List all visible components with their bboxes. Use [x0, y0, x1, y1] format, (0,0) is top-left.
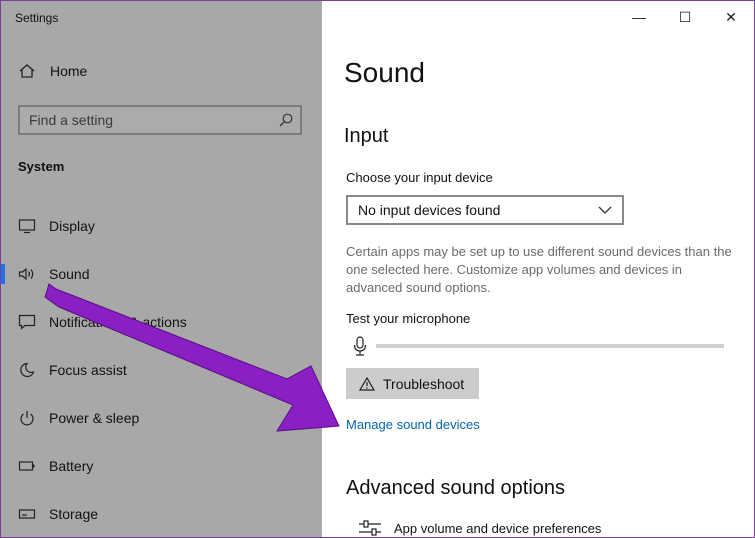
search-input[interactable] — [29, 112, 269, 128]
settings-window: Settings Home System Display Sound Notif… — [0, 0, 755, 538]
manage-sound-devices-link[interactable]: Manage sound devices — [346, 417, 480, 432]
moon-icon — [20, 362, 35, 378]
page-title: Sound — [344, 57, 425, 88]
sidebar-item-label: Storage — [49, 506, 99, 522]
nav-home-label: Home — [50, 63, 88, 79]
sidebar-item-battery[interactable]: Battery — [1, 446, 322, 486]
sidebar: Settings Home System Display Sound Notif… — [1, 1, 322, 537]
minimize-button[interactable]: — — [616, 1, 662, 33]
notification-icon — [18, 314, 36, 330]
sidebar-item-sound[interactable]: Sound — [1, 254, 322, 294]
main-content: — ☐ ✕ Sound Input Choose your input devi… — [323, 1, 754, 537]
storage-icon — [18, 509, 36, 519]
app-title: Settings — [15, 11, 59, 25]
nav-home[interactable]: Home — [18, 63, 87, 79]
power-icon — [20, 411, 34, 426]
app-volume-label: App volume and device preferences — [394, 520, 602, 536]
app-volume-preferences-item[interactable]: App volume and device preferences — [358, 519, 601, 537]
input-heading: Input — [344, 125, 389, 147]
active-indicator — [1, 264, 5, 284]
speaker-icon — [18, 267, 34, 281]
maximize-button[interactable]: ☐ — [662, 1, 708, 33]
sidebar-item-storage[interactable]: Storage — [1, 494, 322, 534]
display-icon — [18, 219, 36, 234]
sidebar-item-power-sleep[interactable]: Power & sleep — [1, 398, 322, 438]
test-microphone-label: Test your microphone — [346, 311, 471, 326]
search-icon[interactable] — [278, 112, 294, 128]
sidebar-item-label: Battery — [49, 458, 94, 474]
sidebar-item-label: Sound — [49, 266, 90, 282]
sidebar-item-label: Display — [49, 218, 95, 234]
troubleshoot-button[interactable]: Troubleshoot — [346, 368, 479, 399]
input-device-select[interactable]: No input devices found — [346, 195, 624, 225]
section-label-system: System — [18, 159, 65, 174]
sidebar-item-focus-assist[interactable]: Focus assist — [1, 350, 322, 390]
microphone-test — [353, 336, 725, 356]
window-controls: — ☐ ✕ — [616, 1, 754, 33]
chevron-down-icon — [598, 206, 612, 214]
home-icon — [19, 64, 35, 78]
advanced-sound-options-heading: Advanced sound options — [346, 477, 566, 499]
sidebar-item-label: Notifications & actions — [49, 314, 187, 330]
description-text: Certain apps may be set up to use differ… — [346, 244, 732, 295]
troubleshoot-label: Troubleshoot — [383, 375, 465, 392]
mic-level-meter — [376, 344, 724, 348]
choose-device-label: Choose your input device — [346, 170, 493, 185]
microphone-icon — [353, 336, 367, 356]
sidebar-item-label: Power & sleep — [49, 410, 140, 426]
search-box[interactable] — [18, 105, 302, 135]
warning-icon — [359, 376, 375, 391]
close-button[interactable]: ✕ — [708, 1, 754, 33]
sidebar-item-label: Focus assist — [49, 362, 127, 378]
select-value: No input devices found — [358, 202, 501, 218]
battery-icon — [18, 461, 35, 471]
sidebar-item-display[interactable]: Display — [1, 206, 322, 246]
sidebar-item-notifications[interactable]: Notifications & actions — [1, 302, 322, 342]
sliders-icon — [359, 520, 381, 536]
